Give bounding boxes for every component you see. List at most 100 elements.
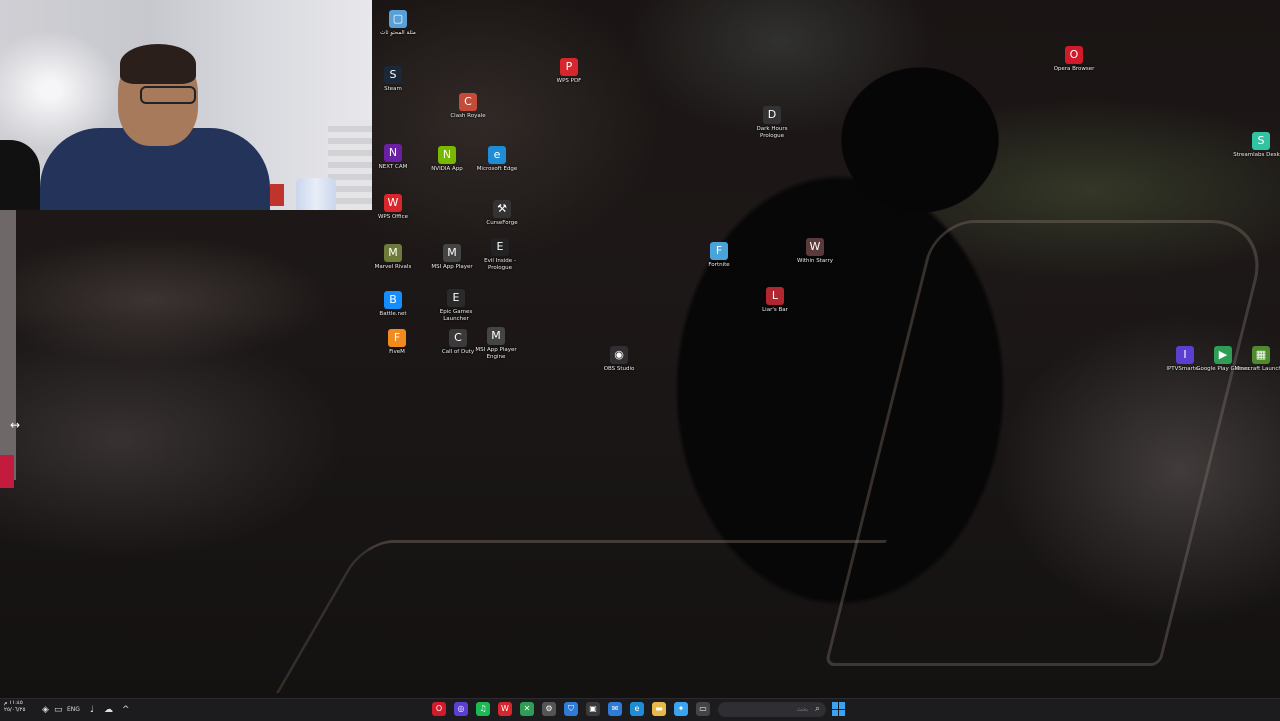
taskbar-copilot-icon[interactable]: ✦ [674,702,688,716]
onedrive-icon[interactable]: ☁ [104,702,113,718]
desktop-icon-label: Minecraft Launcher [1234,366,1280,372]
desktop-icon-label: CurseForge [486,220,518,226]
taskbar-settings-icon[interactable]: ⚙ [542,702,556,716]
desktop-icon-wps-pdf[interactable]: P WPS PDF [541,58,597,85]
taskbar-defender-icon[interactable]: ⛉ [564,702,578,716]
msi-app-player-icon: M [443,244,461,262]
obs-studio-icon: ◉ [610,346,628,364]
desktop-icon-label: Clash Royale [450,113,486,119]
opera-browser-icon: O [1065,46,1083,64]
dark-hours-prologue-icon: D [763,106,781,124]
desktop-icon-wps-office[interactable]: W WPS Office [365,194,421,221]
desktop-icon-opera-browser[interactable]: O Opera Browser [1046,46,1102,73]
google-play-games-icon: ▶ [1214,346,1232,364]
taskbar-opera-icon[interactable]: O [432,702,446,716]
start-button[interactable] [832,702,846,716]
language-indicator[interactable]: ENG [67,702,80,718]
minecraft-launcher-icon: ▦ [1252,346,1270,364]
next-cam-icon: N [384,144,402,162]
within-starry-icon: W [806,238,824,256]
display-icon[interactable]: ▭ [54,702,63,718]
desktop-icon-msi-app-player-engine[interactable]: M MSI App Player Engine [468,327,524,360]
desktop-icon-fivem[interactable]: F FiveM [369,329,425,356]
desktop-icon-label: Evil Inside - Prologue [484,258,516,271]
tray-chevron-icon[interactable]: ^ [122,702,130,718]
desktop-icon-fortnite[interactable]: F Fortnite [691,242,747,269]
desktop-icon-label: WPS Office [377,214,409,220]
battle-net-icon: B [384,291,402,309]
desktop-icon-label: WPS PDF [556,78,582,84]
taskbar-taskview-icon[interactable]: ▭ [696,702,710,716]
desktop-icon-label: Streamlabs Desktop [1233,152,1280,158]
taskbar: ١١:٤٥ م ٢٥/٠٦/٢٥ ◈ ▭ ENG ♩ ☁ ^ O ◎ ♫ W ✕ ⚙ ⛉ ▣ ✉… [0,698,1280,721]
webcam-person-hair [120,44,196,84]
desktop-icon-label: OBS Studio [603,366,635,372]
desktop-icon-curseforge[interactable]: ⚒ CurseForge [474,200,530,227]
webcam-overlay [0,0,372,210]
taskbar-store-icon[interactable]: ▣ [586,702,600,716]
desktop-icon-dark-hours-prologue[interactable]: D Dark Hours Prologue [744,106,800,139]
desktop-icon-next-cam[interactable]: N NEXT CAM [365,144,421,171]
desktop-icon-label: Steam [384,86,402,92]
desktop-icon-marvel-rivals[interactable]: M Marvel Rivals [365,244,421,271]
webcam-bottles [296,178,336,210]
desktop-icon-evil-inside-prologue[interactable]: E Evil Inside - Prologue [472,238,528,271]
desktop-icon-liars-bar[interactable]: L Liar's Bar [747,287,803,314]
desktop-icon-label: MSI App Player Engine [475,347,517,360]
desktop-icon-streamlabs-desktop[interactable]: S Streamlabs Desktop [1233,132,1280,159]
search-icon: ⌕ [814,704,820,714]
wallpaper-chair-front [275,540,888,693]
clock-time: ١١:٤٥ م [4,700,23,706]
taskbar-xbox-icon[interactable]: ✕ [520,702,534,716]
taskbar-spotify-icon[interactable]: ♫ [476,702,490,716]
search-input[interactable] [726,702,808,717]
desktop-icon-nvidia-app[interactable]: N NVIDIA App [419,146,475,173]
desktop-icon-arabic-folder[interactable]: ▢ مثلة المحتو ئات [370,10,426,37]
curseforge-icon: ⚒ [493,200,511,218]
desktop-icon-obs-studio[interactable]: ◉ OBS Studio [591,346,647,373]
desktop-icon-label: Dark Hours Prologue [756,126,788,139]
evil-inside-prologue-icon: E [491,238,509,256]
iptv-smarters-icon: I [1176,346,1194,364]
windows-logo-icon [832,702,838,709]
webcam-person-glasses [140,86,196,104]
clock-date: ٢٥/٠٦/٢٥ [4,707,26,713]
microphone-icon[interactable]: ♩ [90,702,94,718]
desktop-icon-label: Marvel Rivals [374,264,412,270]
webcam-chair [0,140,40,210]
desktop-icon-label: Within Starry [797,258,833,264]
desktop-icon-label: NVIDIA App [431,166,463,172]
desktop-icon-clash-royale[interactable]: C Clash Royale [440,93,496,120]
desktop-icon-label: Microsoft Edge [476,166,518,172]
desktop-icon-microsoft-edge[interactable]: e Microsoft Edge [469,146,525,173]
taskbar-clock[interactable]: ١١:٤٥ م ٢٥/٠٦/٢٥ [4,700,25,714]
desktop-icon-steam[interactable]: S Steam [365,66,421,93]
liars-bar-icon: L [766,287,784,305]
wps-pdf-icon: P [560,58,578,76]
nvidia-app-icon: N [438,146,456,164]
side-panel-edge[interactable] [0,210,16,480]
resize-cursor-icon: ↔ [10,418,21,432]
desktop-icon-label: مثلة المحتو ئات [380,30,416,36]
streamlabs-desktop-icon: S [1252,132,1270,150]
taskbar-wps-icon[interactable]: W [498,702,512,716]
taskbar-explorer-icon[interactable]: ▬ [652,702,666,716]
taskbar-search[interactable]: ⌕ [718,702,826,717]
desktop-icon-label: NEXT CAM [378,164,408,170]
desktop-icon-label: Opera Browser [1053,66,1095,72]
fivem-icon: F [388,329,406,347]
arabic-folder-icon: ▢ [389,10,407,28]
desktop-icon-within-starry[interactable]: W Within Starry [787,238,843,265]
network-icon[interactable]: ◈ [42,702,49,718]
desktop-icon-epic-games-launcher[interactable]: E Epic Games Launcher [428,289,484,322]
taskbar-mail-icon[interactable]: ✉ [608,702,622,716]
clash-royale-icon: C [459,93,477,111]
desktop-icon-label: Fortnite [708,262,730,268]
desktop-icon-label: Liar's Bar [762,307,788,313]
taskbar-edge-icon[interactable]: e [630,702,644,716]
taskbar-browser-icon[interactable]: ◎ [454,702,468,716]
desktop-icon-label: FiveM [389,349,405,355]
side-panel-tab[interactable] [0,455,14,488]
desktop-icon-battle-net[interactable]: B Battle.net [365,291,421,318]
desktop-icon-minecraft-launcher[interactable]: ▦ Minecraft Launcher [1233,346,1280,373]
